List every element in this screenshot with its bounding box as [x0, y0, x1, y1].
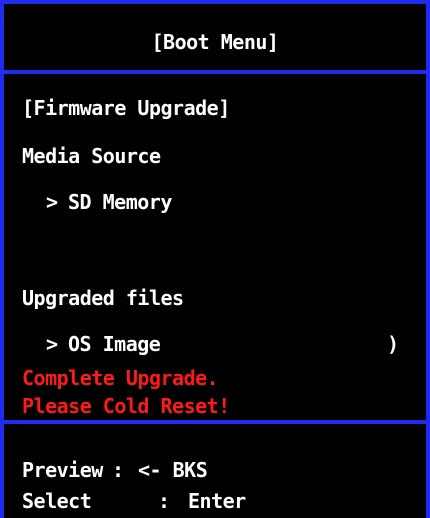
preview-key-hint: <- BKS	[138, 458, 208, 482]
media-source-option[interactable]: SD Memory	[68, 190, 172, 214]
boot-menu-frame	[0, 0, 430, 518]
footer-divider	[0, 420, 430, 424]
upgraded-files-option[interactable]: OS Image	[68, 332, 161, 356]
upgraded-files-trailing: )	[387, 332, 399, 356]
upgraded-files-marker: >	[46, 332, 58, 356]
upgraded-files-label: Upgraded files	[22, 286, 184, 310]
select-label: Select	[22, 489, 92, 513]
section-title: [Firmware Upgrade]	[22, 96, 230, 120]
preview-label: Preview	[22, 458, 103, 482]
preview-separator: :	[112, 458, 124, 482]
status-reset-text: Please Cold Reset!	[22, 394, 230, 418]
select-key-hint: Enter	[188, 489, 246, 513]
media-source-label: Media Source	[22, 144, 161, 168]
header-divider	[0, 70, 430, 74]
select-separator: :	[158, 489, 170, 513]
status-complete-text: Complete Upgrade.	[22, 366, 219, 390]
media-source-marker: >	[46, 190, 58, 214]
menu-title: [Boot Menu]	[151, 30, 279, 54]
